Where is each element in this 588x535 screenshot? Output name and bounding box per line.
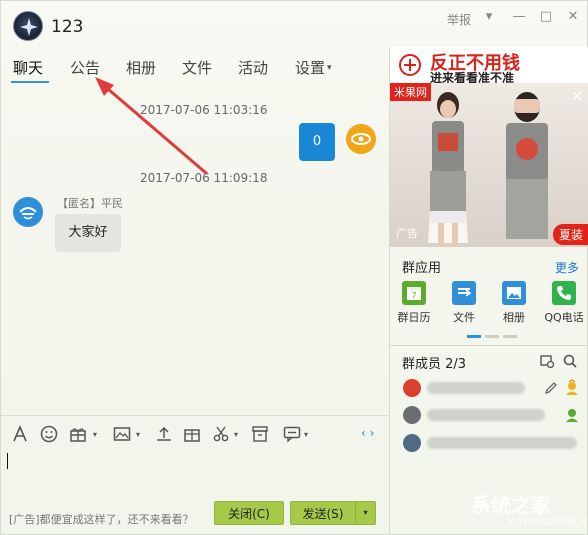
fashion-models-illustration <box>428 92 548 247</box>
ad-label: 广告 <box>396 227 418 240</box>
present-icon[interactable] <box>181 423 203 445</box>
app-files[interactable]: 文件 <box>442 281 486 325</box>
group-apps-title: 群应用 <box>402 261 442 276</box>
sender-avatar[interactable] <box>13 197 43 227</box>
apps-pager-active[interactable] <box>467 335 481 338</box>
eye-logo-icon <box>351 133 371 145</box>
chevron-down-icon[interactable]: ▾ <box>93 430 97 439</box>
member-row[interactable] <box>401 432 581 456</box>
member-search-icon[interactable] <box>562 353 578 369</box>
admin-badge-icon <box>563 406 581 424</box>
gift-icon[interactable] <box>67 423 89 445</box>
compose-ad-text[interactable]: [广告]都便宜成这样了，还不来看看？ <box>9 511 194 527</box>
group-avatar[interactable] <box>13 11 43 41</box>
ad-photo[interactable]: 米果网 ✕ 广告 夏装 <box>390 83 588 247</box>
app-album[interactable]: 相册 <box>492 281 536 325</box>
scissors-icon[interactable] <box>210 423 232 445</box>
compose-divider <box>1 415 389 416</box>
group-apps-more-link[interactable]: 更多 <box>555 259 579 276</box>
tab-settings[interactable]: 设置 ▾ <box>295 57 332 78</box>
album-icon <box>502 281 526 305</box>
star-logo-icon <box>20 18 38 36</box>
dropdown-icon[interactable]: ▾ <box>481 9 497 25</box>
group-name: 123 <box>51 17 84 37</box>
received-message-bubble[interactable]: 大家好 <box>55 214 121 252</box>
chevron-down-icon[interactable]: ▾ <box>234 430 238 439</box>
toolbar-scroll-arrows[interactable]: ‹ › <box>361 426 374 440</box>
chevron-down-icon[interactable]: ▾ <box>304 430 308 439</box>
member-name-blurred <box>427 382 525 394</box>
tab-chat[interactable]: 聊天 <box>13 57 43 78</box>
tab-activity[interactable]: 活动 <box>238 57 268 78</box>
svg-text:7: 7 <box>411 291 416 300</box>
anonymous-mask-icon <box>19 207 37 220</box>
close-icon[interactable]: ✕ <box>571 89 583 105</box>
chevron-down-icon[interactable]: ▾ <box>136 430 140 439</box>
minimize-button[interactable]: — <box>511 9 527 25</box>
message-timestamp: 2017-07-06 11:03:16 <box>140 103 268 117</box>
watermark-logo: 系统之家 <box>471 493 551 517</box>
phone-icon <box>552 281 576 305</box>
active-tab-indicator <box>11 81 49 83</box>
ad-tag: 夏装 <box>552 224 588 245</box>
tab-announcement[interactable]: 公告 <box>70 57 100 78</box>
member-settings-icon[interactable] <box>539 353 555 369</box>
message-input[interactable] <box>5 449 385 497</box>
section-divider <box>390 345 588 346</box>
chevron-down-icon: ▾ <box>327 63 332 73</box>
sender-name: 【匿名】平民 <box>57 197 123 210</box>
ad-banner[interactable]: 反正不用钱 进来看看准不准 <box>390 47 588 85</box>
tab-files[interactable]: 文件 <box>182 57 212 78</box>
send-button[interactable]: 发送(S) ▾ <box>290 501 376 525</box>
self-message-bubble[interactable]: 0 <box>299 123 335 161</box>
member-avatar <box>403 434 421 452</box>
app-group-calendar[interactable]: 7 群日历 <box>392 281 436 325</box>
close-button[interactable]: ✕ <box>565 9 581 25</box>
self-avatar[interactable] <box>346 124 376 154</box>
maximize-button[interactable]: □ <box>538 9 554 25</box>
emoji-icon[interactable] <box>38 423 60 445</box>
tab-settings-label: 设置 <box>295 59 326 77</box>
message-timestamp: 2017-07-06 11:09:18 <box>140 171 268 185</box>
file-icon <box>452 281 476 305</box>
image-icon[interactable] <box>111 423 133 445</box>
chat-history-icon[interactable] <box>281 423 303 445</box>
app-label: 群日历 <box>397 311 431 324</box>
member-row[interactable] <box>401 404 581 428</box>
edit-icon[interactable] <box>543 380 559 396</box>
compose-toolbar: ▾ ▾ ▾ ▾ ‹ › <box>1 421 389 447</box>
close-chat-button[interactable]: 关闭(C) <box>214 501 284 525</box>
banner-ornament-icon <box>399 54 421 76</box>
app-label: 相册 <box>503 311 525 324</box>
font-icon[interactable] <box>9 423 31 445</box>
watermark-url: XITONGZHIJIA.NET <box>508 517 588 528</box>
report-link[interactable]: 举报 <box>447 11 471 28</box>
ad-brand-badge: 米果网 <box>390 83 431 101</box>
chevron-down-icon[interactable]: ▾ <box>355 502 375 524</box>
archive-icon[interactable] <box>249 423 271 445</box>
member-avatar <box>403 406 421 424</box>
apps-pager[interactable] <box>485 335 499 338</box>
app-qq-phone[interactable]: QQ电话 <box>542 281 586 325</box>
member-name-blurred <box>427 437 577 449</box>
chat-message-area[interactable]: 2017-07-06 11:03:16 0 2017-07-06 11:09:1… <box>1 87 389 415</box>
title-bar: 123 举报 ▾ — □ ✕ <box>1 1 588 47</box>
app-label: 文件 <box>453 311 475 324</box>
send-button-label: 发送(S) <box>302 507 344 521</box>
member-avatar <box>403 379 421 397</box>
member-name-blurred <box>427 409 545 421</box>
app-label: QQ电话 <box>544 311 584 324</box>
tab-bar: 聊天 公告 相册 文件 活动 设置 ▾ <box>1 53 389 87</box>
member-row[interactable] <box>401 377 581 401</box>
owner-badge-icon <box>563 379 581 397</box>
apps-pager[interactable] <box>503 335 517 338</box>
members-title: 群成员 2/3 <box>402 357 467 372</box>
upload-icon[interactable] <box>153 423 175 445</box>
text-cursor <box>7 453 8 469</box>
calendar-icon: 7 <box>402 281 426 305</box>
qq-group-chat-window: 123 举报 ▾ — □ ✕ 聊天 公告 相册 文件 活动 设置 ▾ 2017-0… <box>0 0 588 535</box>
tab-album[interactable]: 相册 <box>126 57 156 78</box>
